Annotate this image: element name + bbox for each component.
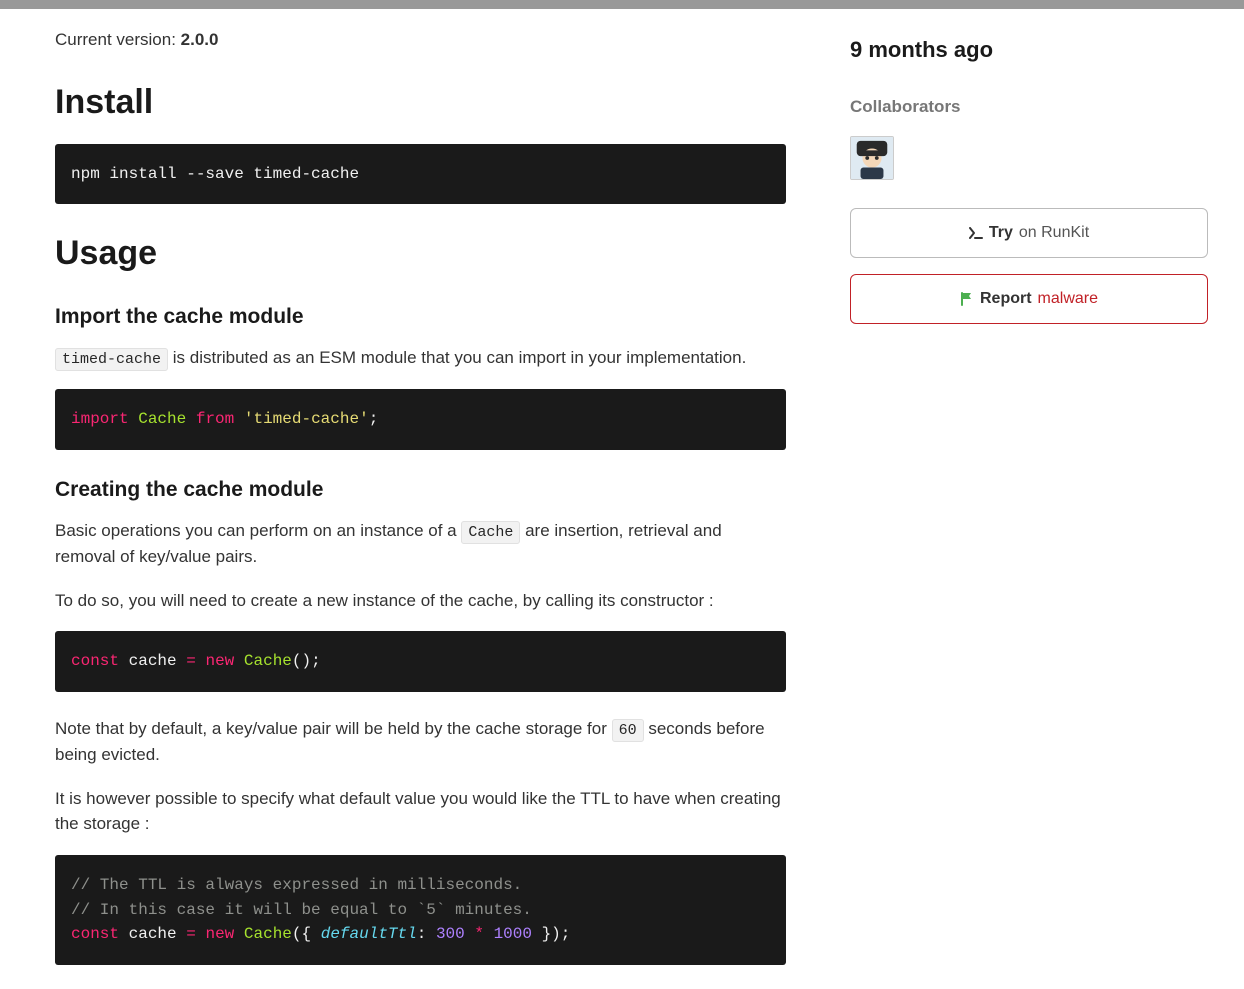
report-malware-button[interactable]: Report malware: [850, 274, 1208, 324]
token-var-cache-2: cache: [129, 925, 177, 943]
token-parens: ();: [292, 652, 321, 670]
token-op-mul: *: [465, 925, 494, 943]
window-chrome-strip: [0, 0, 1244, 9]
code-new-cache[interactable]: const cache = new Cache();: [55, 631, 786, 692]
note-pre: Note that by default, a key/value pair w…: [55, 719, 612, 738]
try-label-rest: on RunKit: [1019, 221, 1089, 245]
page-container: Current version: 2.0.0 Install npm insta…: [0, 9, 1244, 989]
try-label-bold: Try: [989, 221, 1013, 245]
code-ttl[interactable]: // The TTL is always expressed in millis…: [55, 855, 786, 965]
token-close: });: [532, 925, 570, 943]
readme-main: Current version: 2.0.0 Install npm insta…: [55, 21, 786, 989]
token-semi: ;: [369, 410, 379, 428]
collaborators-label: Collaborators: [850, 94, 1208, 120]
token-new: new: [205, 652, 234, 670]
avatar[interactable]: [850, 136, 894, 180]
token-class-cache-2: Cache: [244, 652, 292, 670]
current-version-line: Current version: 2.0.0: [55, 27, 786, 53]
basic-ops-pre: Basic operations you can perform on an i…: [55, 521, 461, 540]
token-const-2: const: [71, 925, 119, 943]
token-class-cache: Cache: [138, 410, 186, 428]
flag-icon: [960, 292, 974, 306]
code-import[interactable]: import Cache from 'timed-cache';: [55, 389, 786, 450]
heading-import-module: Import the cache module: [55, 301, 786, 333]
inline-code-timed-cache: timed-cache: [55, 348, 168, 371]
heading-install: Install: [55, 77, 786, 128]
token-open: ({: [292, 925, 321, 943]
token-num-1000: 1000: [494, 925, 532, 943]
token-assign-2: =: [186, 925, 196, 943]
code-install[interactable]: npm install --save timed-cache: [55, 144, 786, 205]
however-paragraph: It is however possible to specify what d…: [55, 786, 786, 837]
token-var-cache: cache: [129, 652, 177, 670]
last-publish-time: 9 months ago: [850, 33, 1208, 66]
todo-so-paragraph: To do so, you will need to create a new …: [55, 588, 786, 614]
prompt-icon: [969, 227, 983, 239]
token-new-2: new: [205, 925, 234, 943]
version-label: Current version:: [55, 30, 181, 49]
import-paragraph-text: is distributed as an ESM module that you…: [168, 348, 746, 367]
token-comment-2: // In this case it will be equal to `5` …: [71, 901, 532, 919]
version-value: 2.0.0: [181, 30, 219, 49]
try-on-runkit-button[interactable]: Try on RunKit: [850, 208, 1208, 258]
inline-code-cache-class: Cache: [461, 521, 520, 544]
token-class-cache-3: Cache: [244, 925, 292, 943]
token-assign: =: [186, 652, 196, 670]
heading-usage: Usage: [55, 228, 786, 279]
token-num-300: 300: [436, 925, 465, 943]
sidebar: 9 months ago Collaborators Try on RunKit: [850, 21, 1208, 989]
token-comment-1: // The TTL is always expressed in millis…: [71, 876, 522, 894]
heading-creating-module: Creating the cache module: [55, 474, 786, 506]
install-command-text: npm install --save timed-cache: [71, 165, 359, 183]
report-label-bold: Report: [980, 287, 1032, 311]
import-paragraph: timed-cache is distributed as an ESM mod…: [55, 345, 786, 372]
inline-code-60: 60: [612, 719, 644, 742]
token-prop-defaultttl: defaultTtl: [321, 925, 417, 943]
report-label-malware: malware: [1038, 287, 1098, 311]
token-import: import: [71, 410, 129, 428]
token-const: const: [71, 652, 119, 670]
token-from: from: [196, 410, 234, 428]
basic-ops-paragraph: Basic operations you can perform on an i…: [55, 518, 786, 570]
note-paragraph: Note that by default, a key/value pair w…: [55, 716, 786, 768]
token-colon: :: [417, 925, 436, 943]
token-string-module: 'timed-cache': [244, 410, 369, 428]
avatar-image: [851, 137, 893, 179]
